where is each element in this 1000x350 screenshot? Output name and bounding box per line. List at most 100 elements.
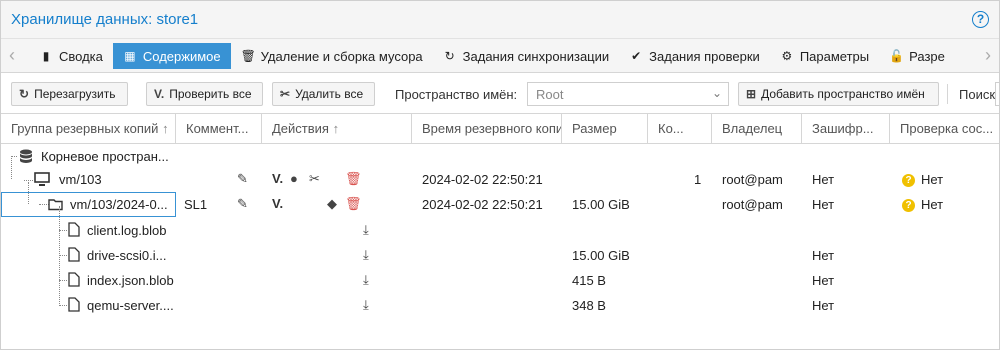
group-owner: root@pam: [722, 172, 783, 187]
tab-sync-jobs[interactable]: ↻ Задания синхронизации: [433, 43, 620, 69]
column-header-verify-label: Проверка сос...: [900, 121, 994, 136]
sync-icon: ↻: [444, 49, 455, 63]
file-encrypted: Нет: [812, 273, 835, 288]
column-header-group[interactable]: Группа резервных копий ↑: [1, 114, 176, 143]
snapshot-time: 2024-02-02 22:50:21: [422, 197, 543, 212]
tab-scroll-right-icon[interactable]: ›: [977, 39, 999, 72]
column-header-encrypted[interactable]: Зашифр...: [802, 114, 890, 143]
column-header-count[interactable]: Ко...: [648, 114, 712, 143]
verify-icon[interactable]: V.: [272, 171, 283, 186]
tree-row-root[interactable]: Корневое простран...: [1, 144, 999, 169]
tree-row-file[interactable]: index.json.blob ⤓ 415 B Нет: [1, 268, 999, 293]
trash-icon: 🗑: [240, 49, 256, 63]
tab-prune-gc-label: Удаление и сборка мусора: [260, 48, 423, 64]
refresh-icon: ↻: [19, 87, 30, 101]
tab-summary[interactable]: ▮ Сводка: [29, 43, 113, 69]
column-header-actions[interactable]: Действия ↑: [262, 114, 412, 143]
user-icon[interactable]: ●: [290, 171, 298, 186]
edit-pencil-icon[interactable]: ✎: [237, 196, 248, 212]
file-icon: [68, 222, 80, 237]
group-verify-text: Нет: [921, 172, 944, 187]
tab-permissions[interactable]: 🔓 Разре: [879, 43, 955, 69]
trash-icon[interactable]: 🗑: [345, 196, 362, 212]
scissors-icon: ✂: [280, 87, 291, 101]
shield-icon[interactable]: ◆: [327, 196, 337, 212]
unlock-icon: 🔓: [889, 49, 905, 63]
tree-row-file[interactable]: qemu-server.... ⤓ 348 B Нет: [1, 293, 999, 318]
folder-open-icon: [48, 199, 63, 211]
tab-options-label: Параметры: [799, 48, 870, 64]
tree-row-file[interactable]: drive-scsi0.i... ⤓ 15.00 GiB Нет: [1, 243, 999, 268]
tree-row-snapshot[interactable]: vm/103/2024-0... SL1 ✎ V. ◆ 🗑 2024-02-02…: [1, 182, 999, 217]
reload-button[interactable]: ↻ Перезагрузить: [11, 82, 128, 106]
edit-pencil-icon[interactable]: ✎: [237, 171, 248, 187]
tab-verify-jobs[interactable]: ✔ Задания проверки: [619, 43, 770, 69]
tree-connector: [28, 182, 29, 204]
file-name: client.log.blob: [87, 223, 167, 238]
download-icon[interactable]: ⤓: [363, 247, 369, 263]
file-size: 348 B: [572, 298, 606, 313]
tree-connector: [59, 280, 67, 281]
namespace-label: Пространство имён:: [395, 87, 518, 102]
tab-summary-label: Сводка: [59, 48, 103, 64]
snapshot-owner: root@pam: [722, 197, 783, 212]
monitor-icon: [34, 172, 50, 186]
file-name: drive-scsi0.i...: [87, 248, 167, 263]
column-header-comment[interactable]: Коммент...: [176, 114, 262, 143]
tree-row-group[interactable]: vm/103 ✎ V. ● ✂ 🗑 2024-02-02 22:50:21 1 …: [1, 156, 999, 192]
add-namespace-button-label: Добавить пространство имён: [761, 87, 925, 101]
snapshot-verify-status: ? Нет: [902, 197, 943, 213]
title-bar: Хранилище данных: store1 ?: [1, 1, 999, 39]
tab-options[interactable]: ⚙ Параметры: [770, 43, 879, 69]
add-namespace-button[interactable]: ⊞ Добавить пространство имён: [738, 82, 939, 106]
group-verify-status: ? Нет: [902, 172, 944, 188]
verify-all-button-label: Проверить все: [169, 87, 252, 101]
tab-bar: ‹ ▮ Сводка ▦ Содержимое 🗑 Удаление и сбо…: [1, 39, 999, 73]
trash-icon[interactable]: 🗑: [345, 171, 362, 187]
tree-row-file[interactable]: client.log.blob ⤓: [1, 206, 999, 306]
search-label: Поиск: [959, 87, 996, 102]
tab-prune-gc[interactable]: 🗑 Удаление и сборка мусора: [231, 43, 433, 69]
tab-scroll-left-icon[interactable]: ‹: [1, 39, 23, 72]
search-input[interactable]: [995, 82, 999, 106]
toolbar-divider: [947, 84, 948, 104]
download-icon[interactable]: ⤓: [363, 222, 369, 238]
file-size: 15.00 GiB: [572, 248, 630, 263]
download-icon[interactable]: ⤓: [363, 297, 369, 313]
namespace-select-value: Root: [536, 87, 564, 102]
snapshot-encrypted: Нет: [812, 197, 835, 212]
column-header-count-label: Ко...: [658, 121, 684, 136]
download-icon[interactable]: ⤓: [363, 272, 369, 288]
column-header-owner-label: Владелец: [722, 121, 783, 136]
tab-sync-jobs-label: Задания синхронизации: [462, 48, 610, 64]
column-header-comment-label: Коммент...: [186, 121, 249, 136]
file-icon: [68, 272, 80, 287]
column-header-actions-label: Действия: [272, 121, 329, 136]
snapshot-size: 15.00 GiB: [572, 197, 630, 212]
datastore-panel: Хранилище данных: store1 ? ‹ ▮ Сводка ▦ …: [0, 0, 1000, 350]
column-header-encrypted-label: Зашифр...: [812, 121, 874, 136]
grid-header: Группа резервных копий ↑ Коммент... Дейс…: [1, 114, 999, 144]
check-circle-icon: ✔: [631, 49, 642, 63]
tab-content-label: Содержимое: [142, 48, 221, 64]
chevron-down-icon[interactable]: ⌄: [712, 86, 722, 100]
scissors-icon[interactable]: ✂: [309, 171, 320, 187]
file-icon: [68, 247, 80, 262]
column-header-verify[interactable]: Проверка сос...: [890, 114, 999, 143]
group-name: vm/103: [59, 172, 102, 187]
column-header-time[interactable]: Время резервного копи: [412, 114, 562, 143]
column-header-owner[interactable]: Владелец: [712, 114, 802, 143]
verify-icon[interactable]: V.: [272, 196, 283, 211]
group-encrypted: Нет: [812, 172, 835, 187]
namespace-select[interactable]: Root ⌄: [527, 82, 729, 106]
column-header-size[interactable]: Размер: [562, 114, 648, 143]
question-warning-icon: ?: [902, 199, 915, 213]
verify-all-button[interactable]: V. Проверить все: [146, 82, 263, 106]
tab-content[interactable]: ▦ Содержимое: [112, 43, 231, 69]
panel-title: Хранилище данных: store1: [11, 11, 199, 28]
remove-all-button[interactable]: ✂ Удалить все: [272, 82, 375, 106]
help-icon[interactable]: ?: [972, 11, 989, 28]
sort-asc-icon: ↑: [332, 121, 340, 136]
reload-button-label: Перезагрузить: [34, 87, 116, 101]
column-header-group-label: Группа резервных копий: [11, 121, 159, 136]
